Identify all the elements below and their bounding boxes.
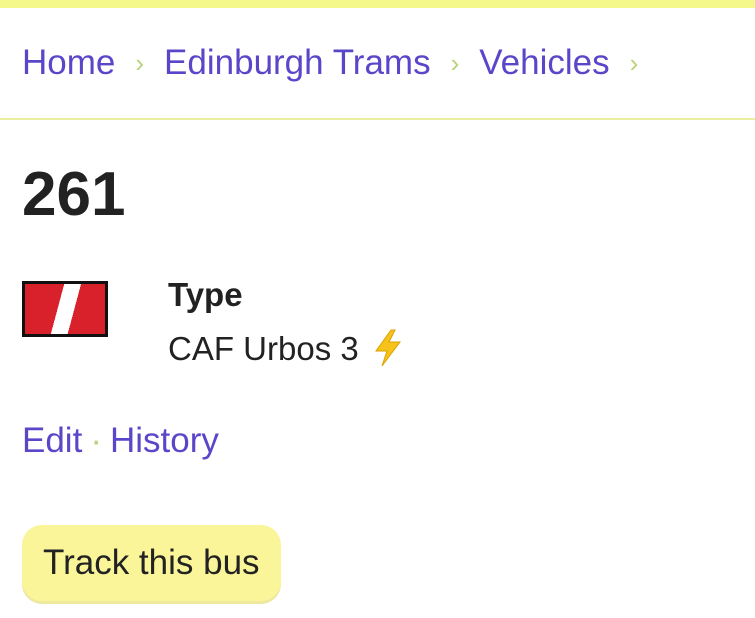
chevron-right-icon: ›: [450, 48, 460, 78]
breadcrumb-vehicles[interactable]: Vehicles: [479, 43, 609, 83]
type-label: Type: [168, 276, 243, 313]
chevron-right-icon: ›: [135, 48, 145, 78]
breadcrumb: Home › Edinburgh Trams › Vehicles ›: [0, 8, 755, 120]
vehicle-details: Type CAF Urbos 3: [22, 278, 755, 367]
chevron-right-icon: ›: [629, 48, 639, 78]
action-separator: ·: [90, 421, 102, 460]
livery-swatch: [22, 281, 108, 337]
track-bus-button[interactable]: Track this bus: [22, 525, 281, 601]
type-value-row: CAF Urbos 3: [168, 329, 405, 367]
breadcrumb-home[interactable]: Home: [22, 43, 115, 83]
top-accent-bar: [0, 0, 755, 8]
type-block: Type CAF Urbos 3: [168, 278, 405, 367]
type-value: CAF Urbos 3: [168, 329, 359, 367]
page-title: 261: [22, 160, 126, 229]
page: Home › Edinburgh Trams › Vehicles › 261 …: [0, 0, 755, 618]
edit-link[interactable]: Edit: [22, 423, 82, 458]
breadcrumb-edinburgh-trams[interactable]: Edinburgh Trams: [164, 43, 431, 83]
vehicle-actions: Edit · History: [22, 423, 755, 458]
history-link[interactable]: History: [110, 423, 219, 458]
lightning-bolt-icon: [371, 329, 405, 367]
